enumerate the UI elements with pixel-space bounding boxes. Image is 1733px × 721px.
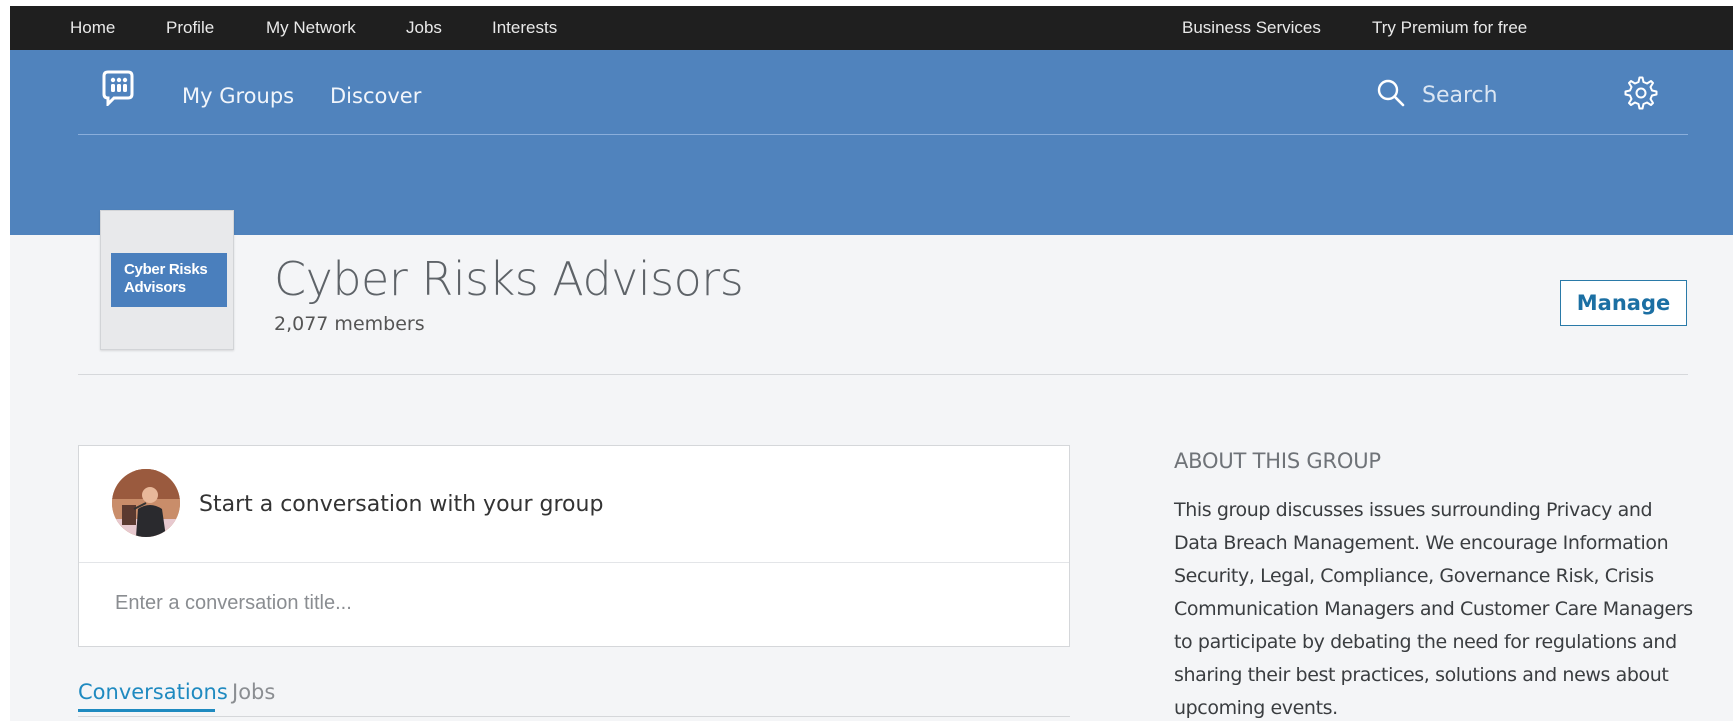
group-logo-badge: Cyber Risks Advisors xyxy=(111,253,227,307)
group-title: Cyber Risks Advisors xyxy=(274,252,744,306)
nav-profile[interactable]: Profile xyxy=(166,18,214,38)
conversation-title-input[interactable] xyxy=(113,584,1017,622)
about-description: This group discusses issues surrounding … xyxy=(1174,499,1693,719)
manage-button[interactable]: Manage xyxy=(1560,280,1687,326)
group-logo-line2: Advisors xyxy=(124,279,186,296)
member-count[interactable]: 2,077 members xyxy=(274,313,425,335)
subnav-divider xyxy=(78,134,1688,135)
user-photo-icon xyxy=(112,469,180,537)
gear-icon[interactable] xyxy=(1624,76,1658,110)
tabs-baseline xyxy=(78,716,1070,717)
tab-conversations[interactable]: Conversations xyxy=(78,680,228,704)
about-heading: ABOUT THIS GROUP xyxy=(1174,449,1381,473)
avatar[interactable] xyxy=(112,469,180,537)
discover-link[interactable]: Discover xyxy=(330,84,421,108)
page: Home Profile My Network Jobs Interests B… xyxy=(10,6,1733,721)
global-top-bar: Home Profile My Network Jobs Interests B… xyxy=(10,6,1733,50)
composer-divider xyxy=(79,562,1069,563)
groups-header: My Groups Discover xyxy=(10,50,1733,235)
group-logo: Cyber Risks Advisors xyxy=(100,210,234,350)
search-input[interactable] xyxy=(1420,78,1574,112)
groups-chat-icon[interactable] xyxy=(100,70,136,106)
groups-subnav: My Groups Discover xyxy=(10,50,1733,135)
nav-home[interactable]: Home xyxy=(70,18,115,38)
nav-try-premium[interactable]: Try Premium for free xyxy=(1372,18,1527,38)
nav-interests[interactable]: Interests xyxy=(492,18,557,38)
group-logo-line1: Cyber Risks xyxy=(124,261,208,278)
tab-jobs[interactable]: Jobs xyxy=(232,680,275,704)
nav-jobs[interactable]: Jobs xyxy=(406,18,442,38)
nav-my-network[interactable]: My Network xyxy=(266,18,356,38)
conversation-composer: Start a conversation with your group xyxy=(78,445,1070,647)
header-divider xyxy=(78,374,1688,375)
active-tab-indicator xyxy=(78,709,215,712)
search-icon[interactable] xyxy=(1376,78,1406,108)
start-conversation-prompt[interactable]: Start a conversation with your group xyxy=(199,492,603,517)
my-groups-link[interactable]: My Groups xyxy=(182,84,294,108)
nav-business-services[interactable]: Business Services xyxy=(1182,18,1321,38)
